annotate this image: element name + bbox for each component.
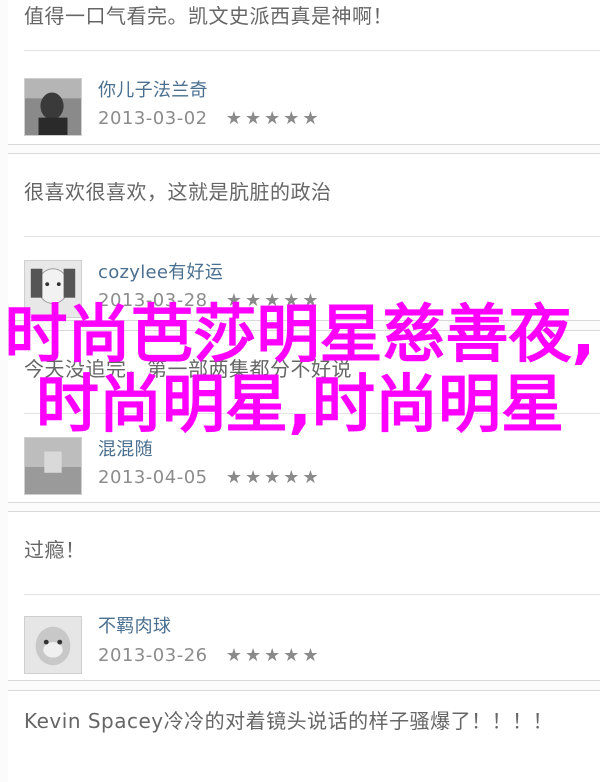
comment-text: Kevin Spacey冷冷的对着镜头说话的样子骚爆了！！！！	[24, 709, 554, 733]
review-card: 今天没追完，第一部两集都分不好说 混混随 2013-04-05 ★★★★★	[8, 330, 600, 503]
divider	[24, 50, 600, 51]
rating-stars-icon: ★★★★★	[225, 108, 322, 129]
avatar[interactable]	[24, 616, 82, 674]
review-date: 2013-04-05	[98, 467, 208, 488]
comment-text: 今天没追完，第一部两集都分不好说	[24, 357, 352, 381]
review-card: 值得一口气看完。凯文史派西真是神啊！ 你儿子法兰奇 2013-03-02 ★★★…	[8, 0, 600, 145]
comment-text: 值得一口气看完。凯文史派西真是神啊！	[24, 4, 393, 28]
avatar-image	[25, 438, 81, 494]
divider	[24, 236, 600, 237]
avatar-image	[25, 617, 81, 673]
review-card: 很喜欢很喜欢，这就是肮脏的政治 cozylee有好运 2013-03-28 ★★…	[8, 153, 600, 321]
avatar[interactable]	[24, 260, 82, 318]
review-card: 过瘾！ 不羁肉球 2013-03-26 ★★★★★	[8, 511, 600, 681]
review-meta: 2013-03-28 ★★★★★	[98, 290, 322, 311]
username-link[interactable]: 不羁肉球	[98, 612, 171, 638]
comment-feed: 值得一口气看完。凯文史派西真是神啊！ 你儿子法兰奇 2013-03-02 ★★★…	[0, 0, 600, 782]
comment-text: 过瘾！	[24, 538, 86, 562]
avatar-image	[25, 261, 81, 317]
username-link[interactable]: 你儿子法兰奇	[98, 76, 208, 102]
rating-stars-icon: ★★★★★	[225, 645, 322, 666]
review-meta: 2013-04-05 ★★★★★	[98, 467, 322, 488]
avatar[interactable]	[24, 437, 82, 495]
avatar[interactable]	[24, 78, 82, 136]
rating-stars-icon: ★★★★★	[225, 467, 322, 488]
comment-text: 很喜欢很喜欢，这就是肮脏的政治	[24, 180, 332, 204]
review-date: 2013-03-28	[98, 290, 208, 311]
comment-card: Kevin Spacey冷冷的对着镜头说话的样子骚爆了！！！！	[8, 690, 600, 782]
username-link[interactable]: cozylee有好运	[98, 258, 223, 284]
rating-stars-icon: ★★★★★	[225, 290, 322, 311]
avatar-image	[25, 79, 81, 135]
review-meta: 2013-03-26 ★★★★★	[98, 645, 322, 666]
divider	[24, 413, 600, 414]
review-date: 2013-03-26	[98, 645, 208, 666]
username-link[interactable]: 混混随	[98, 435, 153, 461]
review-meta: 2013-03-02 ★★★★★	[98, 108, 322, 129]
review-date: 2013-03-02	[98, 108, 208, 129]
divider	[24, 594, 600, 595]
